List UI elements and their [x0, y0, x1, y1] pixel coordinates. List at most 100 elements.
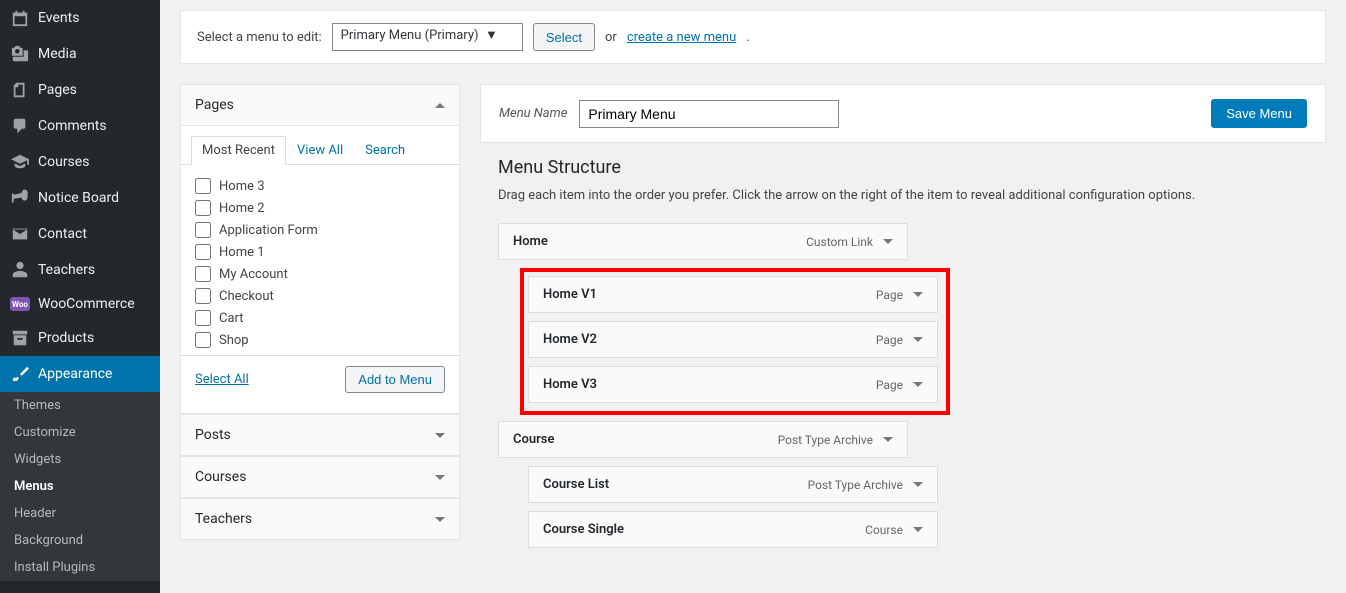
admin-sidebar: Events Media Pages Comments Courses Noti…	[0, 0, 160, 593]
sidebar-label: Comments	[38, 118, 107, 134]
chevron-down-icon	[435, 433, 445, 438]
tab-view-all[interactable]: View All	[286, 136, 354, 165]
tab-most-recent[interactable]: Most Recent	[191, 136, 286, 165]
sidebar-label: Courses	[38, 154, 89, 170]
page-checkbox[interactable]	[195, 288, 211, 304]
posts-accordion: Posts	[180, 414, 460, 456]
comment-icon	[10, 116, 30, 136]
highlight-box: Home V1 Page Home V2 Page Home V3 Page	[520, 268, 950, 415]
sidebar-item-events[interactable]: Events	[0, 0, 160, 36]
nav-tab-spacer	[180, 0, 270, 11]
page-checkbox[interactable]	[195, 310, 211, 326]
page-item: Checkout	[195, 285, 445, 307]
expand-icon[interactable]	[883, 437, 893, 442]
select-button[interactable]: Select	[533, 23, 595, 51]
sidebar-item-comments[interactable]: Comments	[0, 108, 160, 144]
main-content: Select a menu to edit: Primary Menu (Pri…	[160, 0, 1346, 593]
expand-icon[interactable]	[913, 527, 923, 532]
select-all-link[interactable]: Select All	[195, 372, 249, 387]
chevron-up-icon	[435, 103, 445, 108]
sidebar-label: Notice Board	[38, 190, 119, 206]
menu-item[interactable]: Course List Post Type Archive	[528, 466, 938, 503]
archive-icon	[10, 328, 30, 348]
page-checkbox[interactable]	[195, 244, 211, 260]
page-icon	[10, 80, 30, 100]
save-menu-button[interactable]: Save Menu	[1211, 99, 1307, 128]
sidebar-label: Events	[38, 10, 79, 26]
menu-item[interactable]: Course Single Course	[528, 511, 938, 548]
teachers-accordion: Teachers	[180, 498, 460, 540]
menu-item[interactable]: Home Custom Link	[498, 223, 908, 260]
page-checkbox[interactable]	[195, 200, 211, 216]
pages-accordion-header[interactable]: Pages	[181, 85, 459, 126]
menu-item[interactable]: Course Post Type Archive	[498, 421, 908, 458]
page-checkbox[interactable]	[195, 266, 211, 282]
sidebar-subitem-customize[interactable]: Customize	[0, 419, 160, 446]
pages-accordion: Pages Most Recent View All Search Home 3…	[180, 84, 460, 414]
sidebar-subitem-background[interactable]: Background	[0, 527, 160, 554]
sidebar-subitem-header[interactable]: Header	[0, 500, 160, 527]
chevron-down-icon	[435, 517, 445, 522]
expand-icon[interactable]	[913, 482, 923, 487]
page-checkbox[interactable]	[195, 178, 211, 194]
expand-icon[interactable]	[883, 239, 893, 244]
sidebar-label: Products	[38, 330, 94, 346]
sidebar-item-appearance[interactable]: Appearance	[0, 356, 160, 392]
menu-item[interactable]: Home V3 Page	[528, 366, 938, 403]
menu-edit-column: Menu Name Save Menu Menu Structure Drag …	[480, 84, 1326, 576]
sidebar-label: Teachers	[38, 262, 95, 278]
posts-accordion-header[interactable]: Posts	[181, 415, 459, 455]
sidebar-item-teachers[interactable]: Teachers	[0, 252, 160, 288]
page-item: My Account	[195, 263, 445, 285]
woo-icon: Woo	[10, 297, 30, 311]
expand-icon[interactable]	[913, 382, 923, 387]
add-to-menu-button[interactable]: Add to Menu	[345, 366, 445, 393]
page-item: Home 3	[195, 175, 445, 197]
menu-name-input[interactable]	[579, 100, 839, 128]
expand-icon[interactable]	[913, 337, 923, 342]
sidebar-label: Appearance	[38, 366, 112, 382]
page-item: Home 1	[195, 241, 445, 263]
user-icon	[10, 260, 30, 280]
or-text: or	[605, 30, 617, 45]
sidebar-item-pages[interactable]: Pages	[0, 72, 160, 108]
sidebar-subitem-themes[interactable]: Themes	[0, 392, 160, 419]
sidebar-item-courses[interactable]: Courses	[0, 144, 160, 180]
chevron-down-icon	[435, 475, 445, 480]
courses-accordion: Courses	[180, 456, 460, 498]
sidebar-item-products[interactable]: Products	[0, 320, 160, 356]
sidebar-label: WooCommerce	[38, 296, 135, 312]
sidebar-subitem-installplugins[interactable]: Install Plugins	[0, 554, 160, 581]
create-menu-link[interactable]: create a new menu	[627, 30, 736, 45]
teachers-accordion-header[interactable]: Teachers	[181, 499, 459, 539]
sidebar-label: Media	[38, 46, 77, 62]
page-item: Application Form	[195, 219, 445, 241]
menu-item[interactable]: Home V1 Page	[528, 276, 938, 313]
page-list[interactable]: Home 3 Home 2 Application Form Home 1 My…	[181, 165, 459, 355]
menu-item[interactable]: Home V2 Page	[528, 321, 938, 358]
cap-icon	[10, 152, 30, 172]
calendar-icon	[10, 8, 30, 28]
sidebar-subitem-widgets[interactable]: Widgets	[0, 446, 160, 473]
menu-select-bar: Select a menu to edit: Primary Menu (Pri…	[180, 10, 1326, 64]
expand-icon[interactable]	[913, 292, 923, 297]
sidebar-subitem-menus[interactable]: Menus	[0, 473, 160, 500]
add-items-column: Pages Most Recent View All Search Home 3…	[180, 84, 460, 540]
page-checkbox[interactable]	[195, 222, 211, 238]
media-icon	[10, 44, 30, 64]
sidebar-label: Pages	[38, 82, 77, 98]
sidebar-item-contact[interactable]: Contact	[0, 216, 160, 252]
sidebar-label: Contact	[38, 226, 87, 242]
sidebar-item-media[interactable]: Media	[0, 36, 160, 72]
sidebar-item-woocommerce[interactable]: Woo WooCommerce	[0, 288, 160, 320]
sidebar-item-noticeboard[interactable]: Notice Board	[0, 180, 160, 216]
mail-icon	[10, 224, 30, 244]
select-menu-label: Select a menu to edit:	[197, 30, 322, 45]
menu-name-label: Menu Name	[499, 106, 567, 121]
page-item: Home 2	[195, 197, 445, 219]
page-item: Shop	[195, 329, 445, 351]
courses-accordion-header[interactable]: Courses	[181, 457, 459, 497]
page-checkbox[interactable]	[195, 332, 211, 348]
tab-search[interactable]: Search	[354, 136, 416, 165]
menu-dropdown[interactable]: Primary Menu (Primary) ▼	[332, 23, 523, 51]
